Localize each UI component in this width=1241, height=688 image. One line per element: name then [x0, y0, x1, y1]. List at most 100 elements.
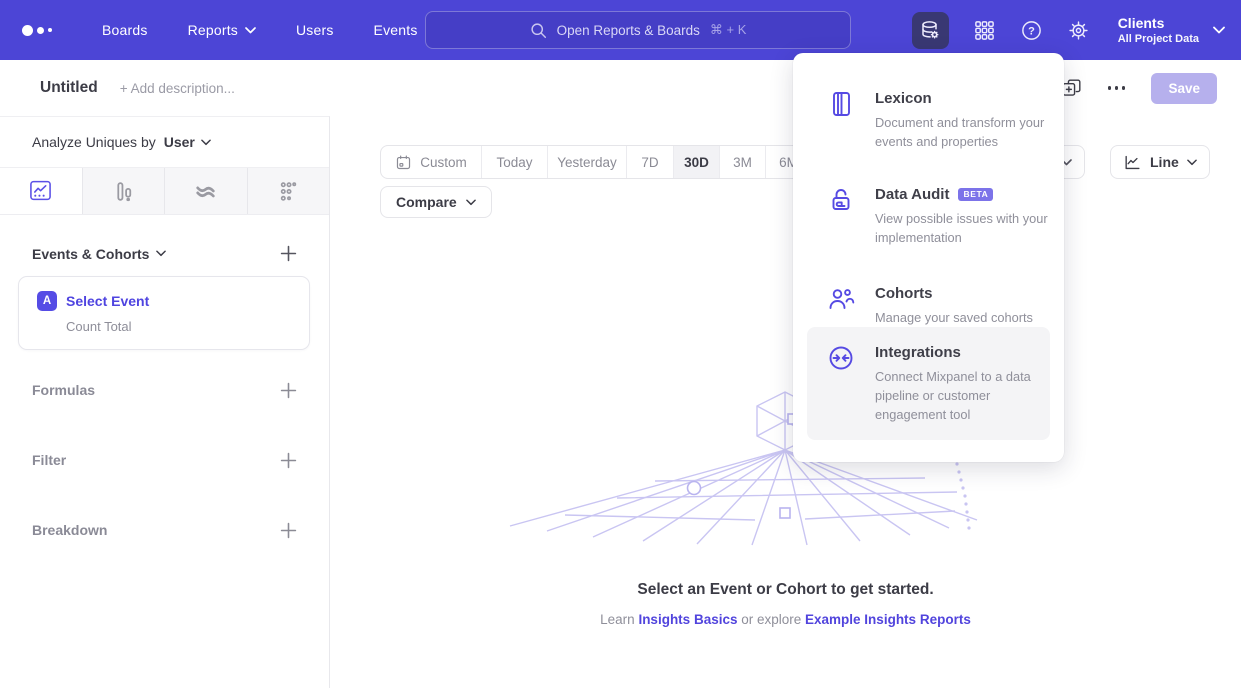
chart-type-tabs [0, 168, 329, 215]
events-cohorts-header: Events & Cohorts [32, 245, 297, 262]
bar-chart-tab-icon [111, 179, 136, 204]
filter-section: Filter [32, 446, 297, 474]
database-gear-icon [918, 18, 942, 42]
nav-reports[interactable]: Reports [188, 22, 256, 38]
insights-basics-link[interactable]: Insights Basics [638, 612, 737, 627]
empty-state-links: Learn Insights Basics or explore Example… [330, 612, 1241, 627]
add-event-button[interactable] [280, 245, 297, 262]
range-today-label: Today [496, 155, 532, 170]
add-filter-button[interactable] [280, 452, 297, 469]
apps-grid-icon[interactable] [973, 19, 996, 42]
project-switcher[interactable]: Clients All Project Data [1118, 14, 1225, 46]
range-30d[interactable]: 30D [673, 146, 719, 178]
analyze-row: Analyze Uniques by User [0, 117, 329, 168]
integrations-title: Integrations [875, 343, 961, 362]
chevron-down-icon [1187, 159, 1197, 166]
cohorts-title: Cohorts [875, 284, 933, 303]
chevron-down-icon [1213, 26, 1225, 34]
event-aggregation[interactable]: Count Total [66, 319, 309, 334]
cohorts-description: Manage your saved cohorts [875, 308, 1055, 327]
more-options-button[interactable] [1108, 86, 1126, 90]
duplicate-icon[interactable] [1061, 78, 1082, 99]
events-cohorts-label: Events & Cohorts [32, 246, 149, 262]
analyze-value: User [164, 134, 195, 150]
flow-tab-icon [193, 179, 218, 204]
tab-bar-chart[interactable] [82, 168, 165, 214]
tab-flow[interactable] [164, 168, 247, 214]
line-chart-tab-icon [28, 178, 53, 203]
nav-users-label: Users [296, 22, 334, 38]
range-30d-label: 30D [684, 155, 709, 170]
breakdown-label: Breakdown [32, 522, 107, 538]
menu-item-lexicon[interactable]: Lexicon Document and transform your even… [793, 89, 1064, 151]
nav-events-label: Events [374, 22, 418, 38]
mixpanel-logo[interactable] [22, 25, 56, 36]
help-icon[interactable]: ? [1020, 19, 1043, 42]
menu-item-cohorts[interactable]: Cohorts Manage your saved cohorts [793, 284, 1064, 327]
add-breakdown-button[interactable] [280, 522, 297, 539]
breakdown-section: Breakdown [32, 516, 297, 544]
data-audit-description: View possible issues with your implement… [875, 209, 1055, 247]
tab-insights-line[interactable] [0, 168, 82, 214]
example-reports-link[interactable]: Example Insights Reports [805, 612, 971, 627]
lexicon-description: Document and transform your events and p… [875, 113, 1055, 151]
lexicon-book-icon [827, 90, 857, 118]
learn-prefix: Learn [600, 612, 638, 627]
range-3m[interactable]: 3M [719, 146, 765, 178]
global-search-button[interactable]: Open Reports & Boards ⌘ + K [425, 11, 851, 49]
range-yesterday[interactable]: Yesterday [547, 146, 626, 178]
data-management-button[interactable] [912, 12, 949, 49]
cohorts-people-icon [827, 285, 857, 313]
add-description-field[interactable]: + Add description... [120, 81, 235, 96]
search-icon [530, 22, 547, 39]
events-cohorts-toggle[interactable]: Events & Cohorts [32, 246, 166, 262]
range-custom-label: Custom [420, 155, 467, 170]
chart-type-value: Line [1150, 154, 1179, 170]
lexicon-title: Lexicon [875, 89, 932, 108]
integrations-sync-icon [827, 344, 857, 372]
chart-type-button[interactable]: Line [1110, 145, 1210, 179]
nav-events[interactable]: Events [374, 22, 418, 38]
data-management-menu: Lexicon Document and transform your even… [793, 53, 1064, 462]
event-letter-badge: A [37, 291, 57, 311]
range-7d[interactable]: 7D [626, 146, 673, 178]
range-3m-label: 3M [733, 155, 752, 170]
formulas-section: Formulas [32, 376, 297, 404]
range-today[interactable]: Today [481, 146, 547, 178]
event-card[interactable]: A Select Event Count Total [18, 276, 310, 350]
svg-text:?: ? [1028, 25, 1035, 37]
select-event-button[interactable]: Select Event [66, 293, 149, 309]
range-custom[interactable]: Custom [381, 146, 481, 178]
nav-boards[interactable]: Boards [102, 22, 148, 38]
empty-state-title: Select an Event or Cohort to get started… [330, 581, 1241, 599]
formulas-label: Formulas [32, 382, 95, 398]
calendar-icon [395, 154, 412, 171]
menu-item-integrations[interactable]: Integrations Connect Mixpanel to a data … [807, 327, 1050, 440]
search-shortcut: ⌘ + K [710, 22, 747, 38]
analyze-label: Analyze Uniques by [32, 134, 156, 150]
query-sidebar: Analyze Uniques by User [0, 116, 330, 688]
save-button[interactable]: Save [1151, 73, 1217, 104]
data-audit-title: Data Audit [875, 185, 949, 204]
report-title[interactable]: Untitled [40, 79, 98, 97]
tab-metrics[interactable] [247, 168, 330, 214]
nav-boards-label: Boards [102, 22, 148, 38]
range-yesterday-label: Yesterday [557, 155, 617, 170]
compare-label: Compare [396, 194, 457, 210]
add-formula-button[interactable] [280, 382, 297, 399]
nav-users[interactable]: Users [296, 22, 334, 38]
integrations-description: Connect Mixpanel to a data pipeline or c… [875, 367, 1034, 424]
analyze-by-dropdown[interactable]: User [164, 134, 211, 150]
top-navbar: Boards Reports Users Events Open Reports… [0, 0, 1241, 60]
filter-label: Filter [32, 452, 66, 468]
metrics-tab-icon [276, 179, 301, 204]
compare-button[interactable]: Compare [380, 186, 492, 218]
search-placeholder: Open Reports & Boards [557, 23, 700, 38]
menu-item-data-audit[interactable]: Data Audit BETA View possible issues wit… [793, 185, 1064, 247]
settings-gear-icon[interactable] [1067, 19, 1090, 42]
project-name: All Project Data [1118, 32, 1199, 46]
chevron-down-icon [245, 27, 256, 34]
app-window: Boards Reports Users Events Open Reports… [0, 0, 1241, 688]
range-7d-label: 7D [641, 155, 658, 170]
nav-reports-label: Reports [188, 22, 238, 38]
